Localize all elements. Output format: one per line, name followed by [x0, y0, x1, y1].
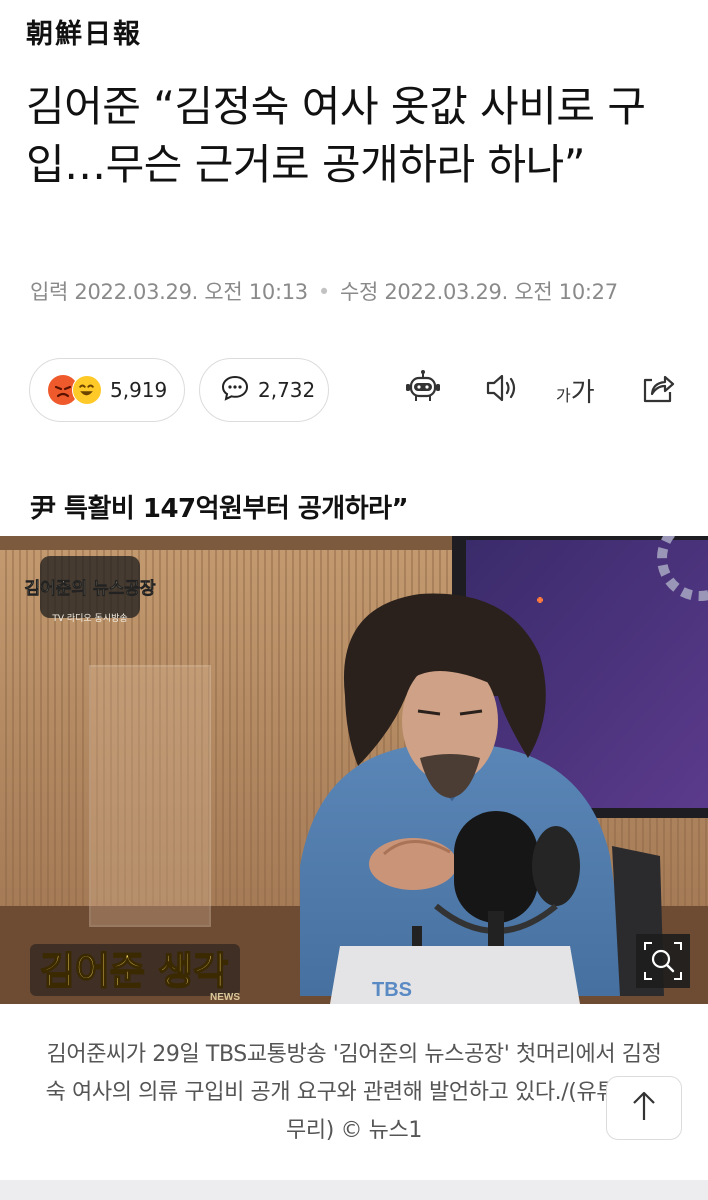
article-title: 김어준 “김정숙 여사 옷값 사비로 구입…무슨 근거로 공개하라 하나”: [26, 82, 646, 189]
reaction-button[interactable]: 5,919: [29, 358, 185, 422]
monitor-logo-text: TBS: [372, 979, 412, 1001]
share-icon: [638, 368, 678, 412]
broadcast-still: TBS 김어준의 뉴스공장 TV 라디오 동시방송 김어준 생각 NEWS: [0, 536, 708, 1004]
modified-time: 수정 2022.03.29. 오전 10:27: [339, 280, 618, 304]
font-large-glyph: 가: [570, 378, 595, 408]
comment-button[interactable]: 2,732: [199, 358, 329, 422]
meta-separator: •: [317, 280, 330, 304]
article-meta: 입력 2022.03.29. 오전 10:13 • 수정 2022.03.29. 오…: [30, 276, 618, 306]
summary-bot-button[interactable]: [401, 368, 445, 412]
show-logo-text: 김어준의 뉴스공장: [24, 579, 155, 599]
show-logo: 김어준의 뉴스공장 TV 라디오 동시방송: [24, 556, 156, 624]
article-photo[interactable]: TBS 김어준의 뉴스공장 TV 라디오 동시방송 김어준 생각 NEWS: [0, 536, 708, 1004]
chyron: 김어준 생각 NEWS: [30, 944, 240, 1003]
scroll-to-top-button[interactable]: [606, 1076, 682, 1140]
font-size-button[interactable]: 가가: [556, 372, 595, 409]
chyron-subtext: NEWS: [210, 992, 240, 1003]
speech-bubble-icon: [220, 373, 250, 407]
comment-count: 2,732: [258, 378, 316, 402]
newspaper-logo[interactable]: 朝鮮日報: [26, 12, 142, 51]
speaker-icon: [482, 368, 522, 412]
photo-caption: 김어준씨가 29일 TBS교통방송 '김어준의 뉴스공장' 첫머리에서 김정숙 …: [45, 1042, 663, 1143]
show-logo-subtext: TV 라디오 동시방송: [51, 613, 127, 624]
chyron-text: 김어준 생각: [40, 949, 228, 993]
published-time: 입력 2022.03.29. 오전 10:13: [30, 280, 308, 304]
laugh-emoji-icon: [72, 375, 102, 405]
article-subheading: 尹 특활비 147억원부터 공개하라”: [30, 494, 409, 524]
audio-button[interactable]: [480, 368, 524, 412]
font-small-glyph: 가: [556, 386, 571, 405]
bottom-bar: [0, 1180, 708, 1200]
arrow-up-icon: [629, 1089, 659, 1127]
robot-icon: [403, 368, 443, 412]
zoom-photo-button[interactable]: [636, 934, 690, 988]
reaction-count: 5,919: [110, 378, 168, 402]
share-button[interactable]: [636, 368, 680, 412]
